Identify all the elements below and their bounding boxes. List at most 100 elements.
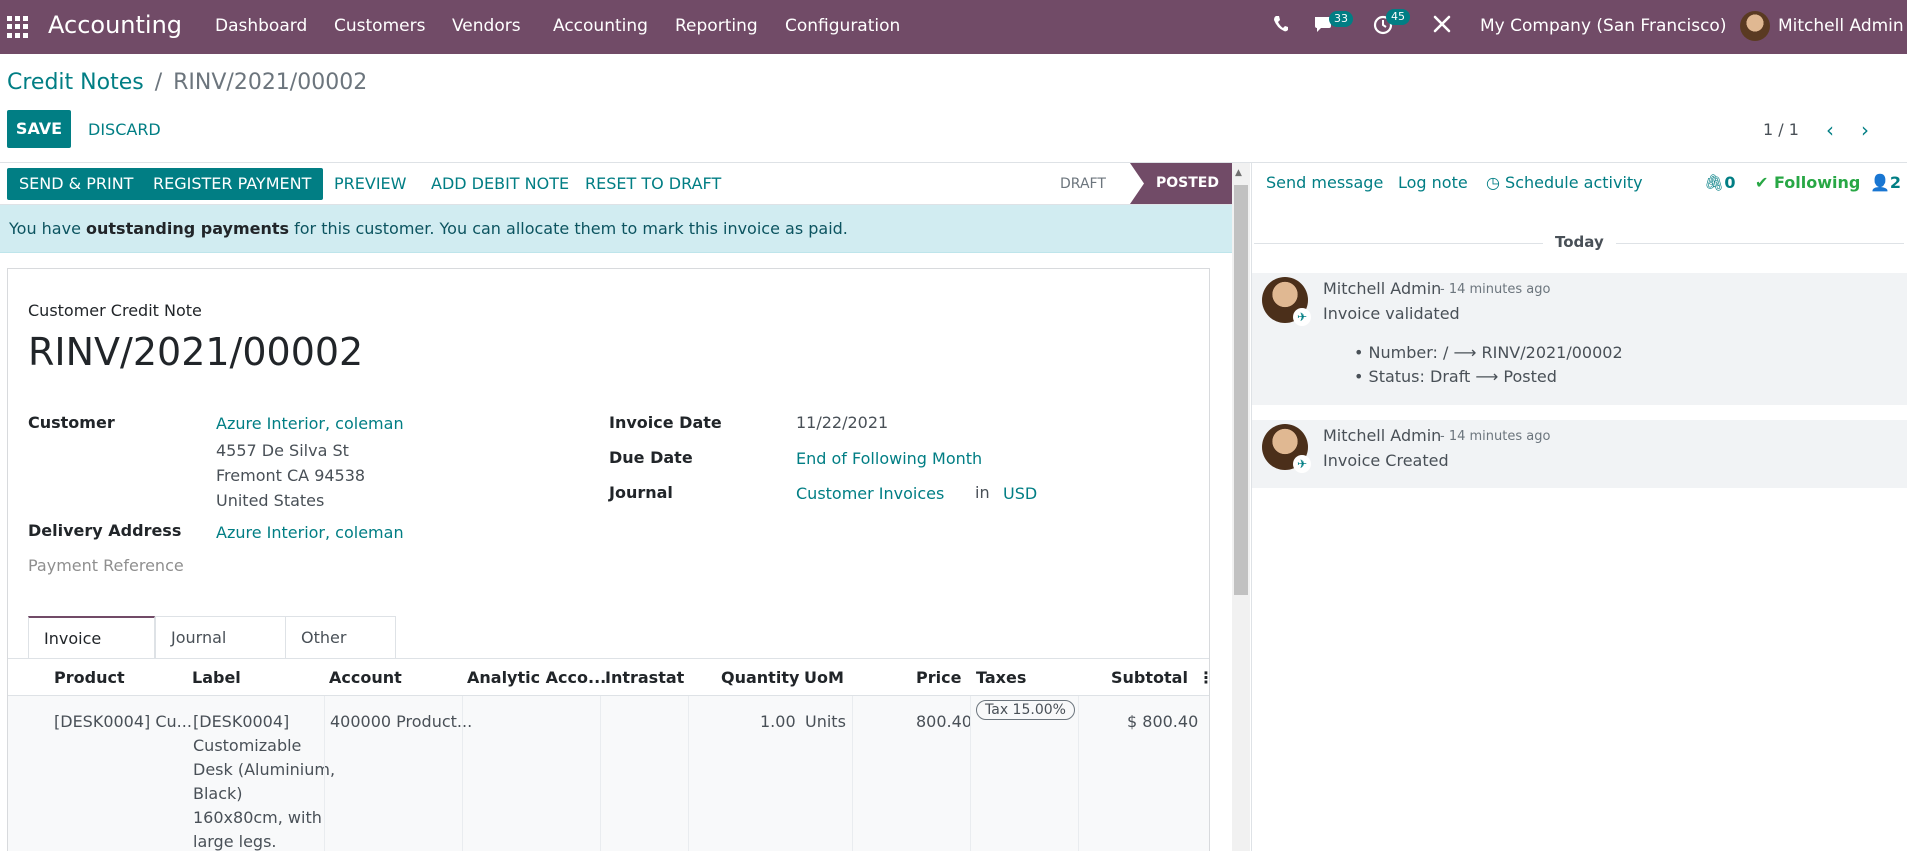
following-button[interactable]: ✔ Following bbox=[1755, 173, 1860, 192]
row-label[interactable]: [DESK0004] Customizable Desk (Aluminium,… bbox=[193, 710, 335, 851]
menu-dashboard[interactable]: Dashboard bbox=[215, 16, 307, 36]
column-divider bbox=[462, 696, 463, 851]
airplane-icon: ✈ bbox=[1293, 455, 1311, 473]
document-type: Customer Credit Note bbox=[28, 301, 202, 320]
pager-value[interactable]: 1 / 1 bbox=[1763, 120, 1799, 139]
col-subtotal[interactable]: Subtotal bbox=[1111, 668, 1188, 687]
message-author-avatar[interactable]: ✈ bbox=[1262, 277, 1311, 326]
stage-posted[interactable]: POSTED bbox=[1130, 163, 1232, 204]
journal-field[interactable]: Customer Invoices bbox=[796, 484, 944, 503]
alert-suffix: for this customer. You can allocate them… bbox=[289, 219, 848, 238]
col-taxes[interactable]: Taxes bbox=[976, 668, 1026, 687]
col-intrastat[interactable]: Intrastat bbox=[605, 668, 684, 687]
send-message-button[interactable]: Send message bbox=[1266, 173, 1383, 192]
delivery-address-field[interactable]: Azure Interior, coleman bbox=[216, 523, 404, 542]
col-quantity[interactable]: Quantity bbox=[721, 668, 799, 687]
pager-previous-icon[interactable]: ‹ bbox=[1826, 118, 1834, 142]
scrollbar-thumb[interactable] bbox=[1234, 185, 1248, 595]
column-divider bbox=[688, 696, 689, 851]
stage-draft[interactable]: DRAFT bbox=[1060, 176, 1106, 192]
schedule-activity-button[interactable]: ◷ Schedule activity bbox=[1486, 173, 1643, 192]
row-label-line: 160x80cm, with bbox=[193, 808, 322, 827]
followers-count: 2 bbox=[1889, 173, 1902, 192]
log-note-button[interactable]: Log note bbox=[1398, 173, 1468, 192]
due-date-field[interactable]: End of Following Month bbox=[796, 449, 982, 468]
currency-field[interactable]: USD bbox=[1003, 484, 1037, 503]
message-author[interactable]: Mitchell Admin bbox=[1323, 279, 1441, 298]
pager-next-icon[interactable]: › bbox=[1861, 118, 1869, 142]
message-author-avatar[interactable]: ✈ bbox=[1262, 424, 1311, 473]
breadcrumb: Credit Notes / RINV/2021/00002 bbox=[7, 70, 367, 95]
chatter-message[interactable]: ✈ Mitchell Admin - 14 minutes ago Invoic… bbox=[1252, 273, 1907, 405]
form-statusbar: SEND & PRINT REGISTER PAYMENT PREVIEW AD… bbox=[0, 163, 1232, 205]
tab-other-info[interactable]: Other Info bbox=[285, 616, 396, 689]
column-divider bbox=[324, 696, 325, 851]
attachments-count: 0 bbox=[1724, 173, 1736, 192]
row-uom[interactable]: Units bbox=[805, 710, 846, 734]
col-account[interactable]: Account bbox=[329, 668, 402, 687]
menu-customers[interactable]: Customers bbox=[334, 16, 425, 36]
address-line-3: United States bbox=[216, 491, 325, 510]
tab-journal-items[interactable]: Journal Items bbox=[155, 616, 286, 689]
col-uom[interactable]: UoM bbox=[804, 668, 844, 687]
menu-reporting[interactable]: Reporting bbox=[675, 16, 758, 36]
column-divider bbox=[600, 696, 601, 851]
discard-button[interactable]: DISCARD bbox=[88, 120, 161, 139]
apps-menu-icon[interactable] bbox=[7, 16, 29, 38]
message-author[interactable]: Mitchell Admin bbox=[1323, 426, 1441, 445]
row-subtotal: $ 800.40 bbox=[1127, 712, 1199, 731]
tax-tag[interactable]: Tax 15.00% bbox=[976, 700, 1075, 720]
breadcrumb-credit-notes[interactable]: Credit Notes bbox=[7, 70, 144, 95]
user-avatar[interactable] bbox=[1740, 11, 1770, 41]
row-product[interactable]: [DESK0004] Cu... bbox=[54, 710, 192, 734]
user-menu[interactable]: Mitchell Admin bbox=[1778, 16, 1904, 36]
row-label-line: Customizable bbox=[193, 736, 302, 755]
register-payment-button[interactable]: REGISTER PAYMENT bbox=[141, 168, 324, 200]
save-button[interactable]: SAVE bbox=[7, 110, 71, 148]
outstanding-payments-alert: You have outstanding payments for this c… bbox=[0, 205, 1232, 253]
debug-tools-icon[interactable] bbox=[1433, 15, 1451, 38]
menu-configuration[interactable]: Configuration bbox=[785, 16, 900, 36]
add-debit-note-button[interactable]: ADD DEBIT NOTE bbox=[431, 174, 569, 193]
phone-icon[interactable] bbox=[1273, 15, 1289, 38]
message-body: Invoice validated bbox=[1323, 304, 1460, 323]
optional-columns-icon[interactable]: ⋮ bbox=[1198, 668, 1214, 687]
breadcrumb-separator: / bbox=[154, 70, 163, 95]
customer-field[interactable]: Azure Interior, coleman bbox=[216, 414, 404, 433]
tracking-change-text: Status: Draft ⟶ Posted bbox=[1368, 367, 1557, 386]
row-price[interactable]: 800.40 bbox=[916, 710, 972, 734]
col-label[interactable]: Label bbox=[192, 668, 241, 687]
address-line-1: 4557 De Silva St bbox=[216, 441, 349, 460]
col-price[interactable]: Price bbox=[916, 668, 961, 687]
following-label: Following bbox=[1773, 173, 1861, 192]
column-divider bbox=[970, 696, 971, 851]
messages-badge: 33 bbox=[1329, 11, 1353, 27]
airplane-icon: ✈ bbox=[1293, 308, 1311, 326]
col-analytic-account[interactable]: Analytic Acco... bbox=[467, 668, 606, 687]
tab-invoice-lines[interactable]: Invoice Lines bbox=[28, 616, 155, 690]
column-divider bbox=[852, 696, 853, 851]
preview-button[interactable]: PREVIEW bbox=[334, 174, 406, 193]
attachments-button[interactable]: 🖇0 bbox=[1704, 173, 1735, 192]
tracking-change-text: Number: / ⟶ RINV/2021/00002 bbox=[1368, 343, 1623, 362]
followers-button[interactable]: 👤2 bbox=[1870, 173, 1901, 192]
message-body: Invoice Created bbox=[1323, 451, 1449, 470]
row-quantity[interactable]: 1.00 bbox=[760, 710, 796, 734]
message-time: - 14 minutes ago bbox=[1440, 429, 1551, 444]
invoice-date-field[interactable]: 11/22/2021 bbox=[796, 413, 888, 432]
reset-to-draft-button[interactable]: RESET TO DRAFT bbox=[585, 174, 721, 193]
document-title: RINV/2021/00002 bbox=[28, 330, 364, 374]
menu-vendors[interactable]: Vendors bbox=[452, 16, 521, 36]
company-switcher[interactable]: My Company (San Francisco) bbox=[1480, 16, 1726, 36]
app-brand[interactable]: Accounting bbox=[48, 11, 182, 39]
menu-accounting[interactable]: Accounting bbox=[553, 16, 648, 36]
schedule-activity-label: Schedule activity bbox=[1505, 173, 1643, 192]
chatter-message[interactable]: ✈ Mitchell Admin - 14 minutes ago Invoic… bbox=[1252, 420, 1907, 488]
customer-label: Customer bbox=[28, 413, 115, 432]
chatter-panel: Send message Log note ◷ Schedule activit… bbox=[1251, 163, 1907, 851]
scroll-up-icon[interactable]: ▲ bbox=[1235, 168, 1242, 178]
address-line-2: Fremont CA 94538 bbox=[216, 466, 366, 485]
send-print-button[interactable]: SEND & PRINT bbox=[7, 168, 146, 200]
col-product[interactable]: Product bbox=[54, 668, 125, 687]
row-account[interactable]: 400000 Product... bbox=[330, 710, 472, 734]
